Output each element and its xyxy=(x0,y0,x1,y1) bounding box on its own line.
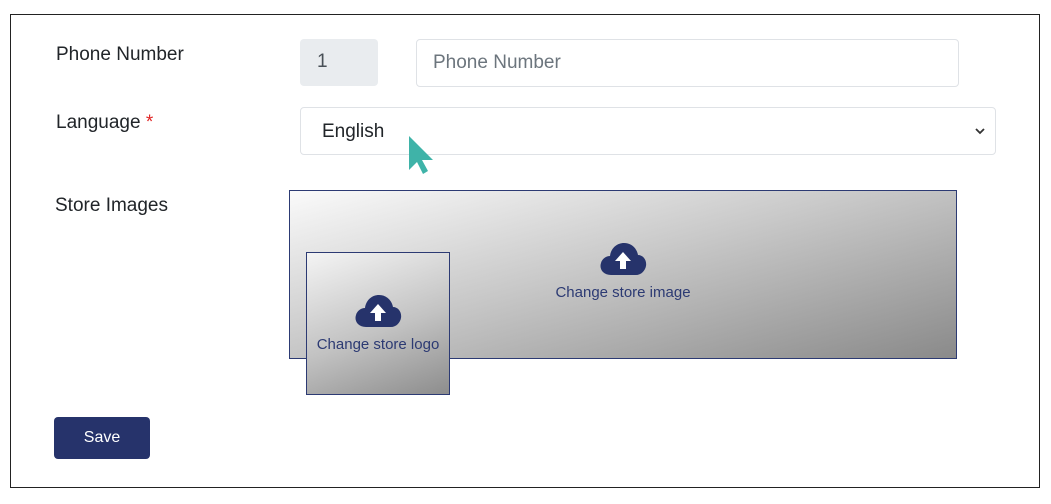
language-select[interactable]: English xyxy=(300,107,996,155)
language-selected-value: English xyxy=(322,121,385,142)
phone-number-input[interactable] xyxy=(416,39,959,87)
store-logo-upload[interactable]: Change store logo xyxy=(306,252,450,395)
chevron-down-icon xyxy=(975,128,985,135)
required-asterisk: * xyxy=(145,112,154,133)
store-logo-upload-content: Change store logo xyxy=(307,293,449,353)
phone-country-code[interactable]: 1 xyxy=(300,39,378,86)
save-button[interactable]: Save xyxy=(54,417,150,459)
language-label: Language * xyxy=(56,112,153,134)
store-image-upload-content: Change store image xyxy=(518,241,728,301)
store-images-label: Store Images xyxy=(55,195,168,216)
change-store-image-label: Change store image xyxy=(555,284,691,301)
cloud-upload-icon xyxy=(600,243,647,275)
phone-number-label: Phone Number xyxy=(56,44,184,65)
cloud-upload-icon xyxy=(355,295,402,327)
mouse-cursor-icon xyxy=(409,136,433,174)
change-store-logo-label: Change store logo xyxy=(316,336,440,353)
language-label-text: Language xyxy=(56,112,141,133)
